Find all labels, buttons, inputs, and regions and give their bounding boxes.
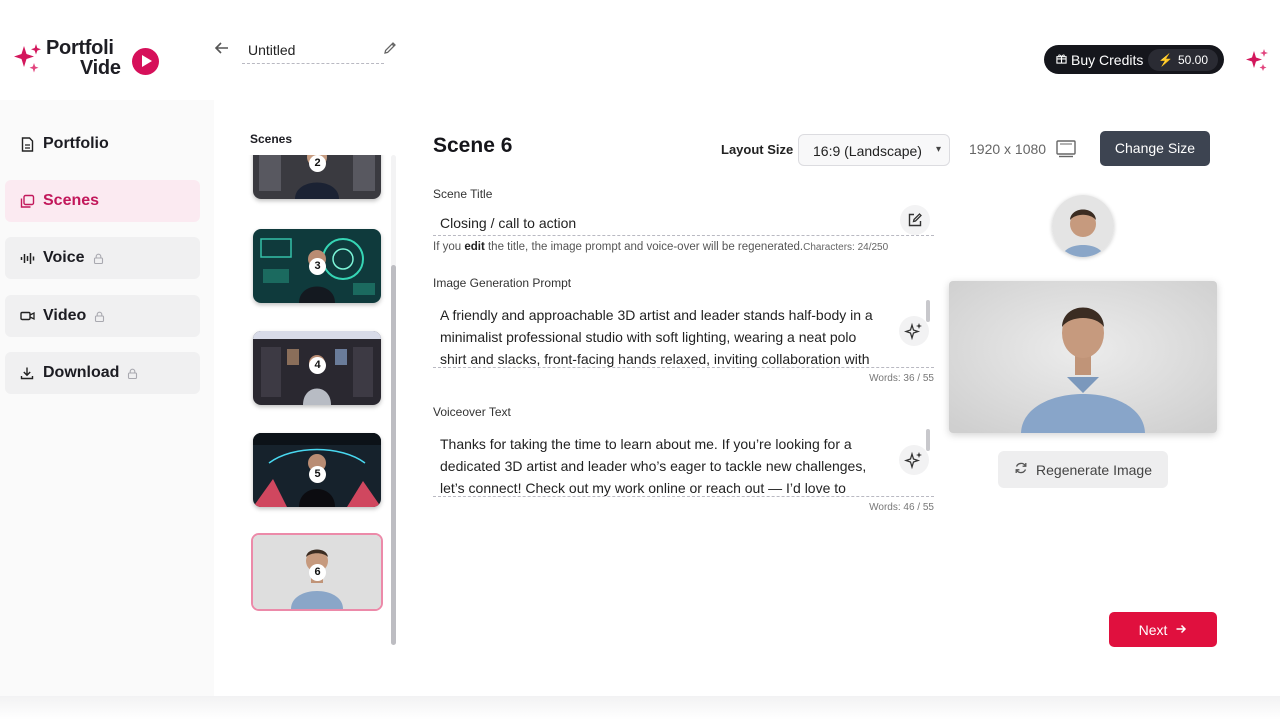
hint-text-bold: edit [464,241,485,253]
buy-credits-label: Buy Credits [1071,51,1144,68]
layers-icon [19,193,35,209]
layout-size-value: 16:9 (Landscape) [813,143,922,159]
scene-number-badge: 5 [309,466,326,483]
logo-line-2: Vide [80,57,121,79]
refresh-icon [1014,461,1028,478]
layout-size-label: Layout Size [721,142,794,157]
image-prompt-textarea[interactable]: A friendly and approachable 3D artist an… [433,298,934,368]
scene-thumbnail-4[interactable]: 4 [253,331,381,405]
gift-icon [1056,53,1067,67]
waveform-icon [19,250,35,266]
layout-size-select[interactable]: 16:9 (Landscape) ▾ [798,134,950,166]
logo-wordmark: Portfoli Vide [46,38,121,78]
voiceover-word-count: Words: 46 / 55 [869,502,934,513]
app-logo[interactable]: Portfoli Vide [12,38,162,80]
regenerate-image-label: Regenerate Image [1036,461,1152,478]
sidebar-item-voice[interactable]: Voice [5,237,200,279]
enhance-voiceover-button[interactable] [899,445,929,475]
next-button-label: Next [1138,621,1168,638]
hint-text-prefix: If you [433,241,465,253]
document-icon [19,136,35,152]
sidebar-item-download[interactable]: Download [5,352,200,394]
avatar[interactable] [1052,195,1114,257]
credit-balance-value: 50.00 [1177,52,1208,67]
scene-thumbnail-3[interactable]: 3 [253,229,381,303]
resolution-text: 1920 x 1080 [969,141,1047,157]
scene-title-hint: If you edit the title, the image prompt … [433,241,933,253]
scene-number-badge: 6 [309,564,326,581]
app-root: Portfoli Vide Untitled Buy Credits ⚡ 50.… [0,0,1280,720]
title-character-count: Characters: 24/250 [803,242,889,253]
regenerate-image-button[interactable]: Regenerate Image [998,451,1168,488]
lock-icon [93,253,103,264]
sidebar-item-label: Portfolio [43,135,109,152]
scene-title-label: Scene Title [433,187,493,201]
scene-thumbnail-6[interactable]: 6 [251,533,383,611]
lightning-icon: ⚡ [1158,52,1173,67]
scenes-scrollbar-thumb[interactable] [391,265,396,645]
sidebar-item-video[interactable]: Video [5,295,200,337]
avatar-image [1052,195,1114,257]
chevron-down-icon: ▾ [935,144,941,155]
pencil-icon[interactable] [382,40,400,58]
magic-sparkle-icon [904,322,922,341]
image-prompt-label: Image Generation Prompt [433,276,572,290]
play-logo-icon [132,48,159,75]
scene-title-input[interactable]: Closing / call to action [433,208,934,236]
sparkle-logo-icon [14,44,41,73]
scene-number-badge: 4 [309,357,326,374]
scene-thumbnail-5[interactable]: 5 [253,433,381,507]
lock-icon [128,368,138,379]
voiceover-label: Voiceover Text [433,405,511,419]
arrow-right-icon [1175,622,1187,638]
edit-title-button[interactable] [900,205,930,235]
scene-thumbnail-2[interactable]: 2 [253,155,381,199]
magic-sparkle-icon [904,451,922,470]
voiceover-scrollbar[interactable] [926,429,930,451]
scene-heading: Scene 6 [433,134,513,157]
sidebar-item-label: Video [43,307,87,324]
video-camera-icon [19,308,35,324]
credit-balance-badge: ⚡ 50.00 [1148,48,1218,71]
image-prompt-scrollbar[interactable] [926,300,930,322]
change-size-button[interactable]: Change Size [1100,131,1210,166]
sidebar-item-label: Scenes [43,192,100,209]
scenes-heading: Scenes [250,132,293,146]
buy-credits-button[interactable]: Buy Credits ⚡ 50.00 [1044,45,1224,74]
screen-size-icon [1056,140,1076,158]
back-arrow-icon[interactable] [212,40,232,60]
edit-square-icon [908,213,922,227]
voiceover-textarea[interactable]: Thanks for taking the time to learn abou… [433,427,934,497]
sparkle-icon[interactable] [1244,47,1270,73]
sidebar-item-label: Download [43,364,120,381]
scene-number-badge: 3 [309,258,326,275]
image-prompt-word-count: Words: 36 / 55 [869,373,934,384]
preview-image [949,281,1217,433]
scene-number-badge: 2 [309,155,326,172]
page-bottom-fade [0,696,1280,720]
download-icon [19,365,35,381]
scenes-list[interactable]: 2 3 4 5 6 [244,155,389,645]
sidebar-item-label: Voice [43,249,85,266]
logo-line-1: Portfoli [46,37,114,59]
sidebar-item-portfolio[interactable]: Portfolio [5,123,200,165]
sidebar-item-scenes[interactable]: Scenes [5,180,200,222]
project-title-input[interactable]: Untitled [242,38,384,64]
lock-icon [95,311,105,322]
scene-preview-image [949,281,1217,433]
hint-text-suffix: the title, the image prompt and voice-ov… [484,241,804,253]
next-button[interactable]: Next [1109,612,1217,647]
enhance-prompt-button[interactable] [899,316,929,346]
